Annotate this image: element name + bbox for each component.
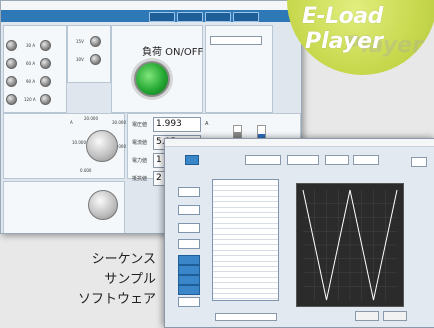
vrange-led-1[interactable] (90, 36, 101, 47)
setting-field-4[interactable] (353, 155, 379, 165)
side-field-5[interactable] (178, 297, 200, 307)
reading-label-4: 抵抗値 (132, 176, 148, 182)
vrange-led-2[interactable] (90, 54, 101, 65)
setting-field-2[interactable] (287, 155, 319, 165)
ribbon-button-4[interactable] (233, 12, 259, 22)
reading-value-1: 1.993 (153, 117, 201, 132)
current-knob-panel: A 20.000 30.000 10.000 0.000 40.000 (3, 113, 126, 179)
ribbon-button-1[interactable] (149, 12, 175, 22)
window-action-button[interactable] (411, 157, 427, 167)
ribbon-button-3[interactable] (205, 12, 231, 22)
setting-field-3[interactable] (325, 155, 349, 165)
vrange-label-1: 15V (76, 39, 84, 44)
side-button-3[interactable] (178, 275, 200, 285)
reading-unit-1: A (205, 121, 209, 127)
side-field-1[interactable] (178, 187, 200, 197)
side-field-3[interactable] (178, 223, 200, 233)
load-onoff-label: 負荷 ON/OFF (142, 47, 204, 58)
reading-label-2: 電流値 (132, 140, 148, 146)
sequence-title-bar (165, 139, 434, 147)
current-knob[interactable] (86, 130, 118, 162)
badge-title-line1: E-Load (302, 4, 383, 29)
knob-scale-1: 20.000 (84, 116, 98, 121)
knob-scale-2: 30.000 (112, 120, 126, 125)
voltage-knob[interactable] (88, 190, 118, 220)
side-button-4[interactable] (178, 285, 200, 295)
mode-led-3[interactable] (6, 76, 17, 87)
settings-select[interactable] (210, 36, 262, 45)
range-label-4: 120 A (24, 97, 36, 102)
voltage-knob-panel (3, 181, 125, 233)
mode-led-1[interactable] (6, 40, 17, 51)
voltage-range-panel: 15V 30V (67, 25, 111, 83)
ribbon-button-2[interactable] (177, 12, 203, 22)
status-field (215, 313, 277, 321)
side-button-1[interactable] (178, 255, 200, 265)
badge-title-line2: Player (305, 29, 383, 54)
range-label-3: 90 A (26, 79, 36, 84)
mode-led-4[interactable] (6, 94, 17, 105)
graph-button-1[interactable] (355, 311, 379, 321)
sequence-chart-svg (302, 189, 398, 301)
unit-a-label: A (70, 120, 73, 125)
range-select-panel: 30 A 60 A 90 A 120 A (3, 25, 67, 113)
range-led-2[interactable] (40, 58, 51, 69)
vrange-label-2: 30V (76, 57, 84, 62)
sequence-chart (296, 183, 404, 307)
toolbar-ribbon (1, 10, 301, 22)
reading-label-1: 電圧値 (132, 122, 148, 128)
range-led-1[interactable] (40, 40, 51, 51)
range-label-1: 30 A (26, 43, 36, 48)
reading-label-3: 電力値 (132, 158, 148, 164)
setting-field-1[interactable] (245, 155, 281, 165)
knob-scale-3: 10.000 (72, 140, 86, 145)
range-led-3[interactable] (40, 76, 51, 87)
side-field-2[interactable] (178, 205, 200, 215)
table-row[interactable] (213, 293, 278, 300)
caption-line-3: ソフトウェア (77, 292, 156, 307)
knob-scale-4: 0.000 (80, 168, 92, 173)
side-field-4[interactable] (178, 239, 200, 249)
mode-led-2[interactable] (6, 58, 17, 69)
caption-line-1: シーケンス (91, 252, 156, 267)
side-button-2[interactable] (178, 265, 200, 275)
sequence-table (212, 179, 279, 301)
range-led-4[interactable] (40, 94, 51, 105)
range-label-2: 60 A (26, 61, 36, 66)
load-onoff-button[interactable] (134, 61, 170, 97)
caption-line-2: サンプル (104, 272, 156, 287)
graph-button-2[interactable] (383, 311, 407, 321)
settings-panel (205, 25, 273, 113)
run-button[interactable] (185, 155, 199, 165)
sequence-window (164, 138, 434, 328)
